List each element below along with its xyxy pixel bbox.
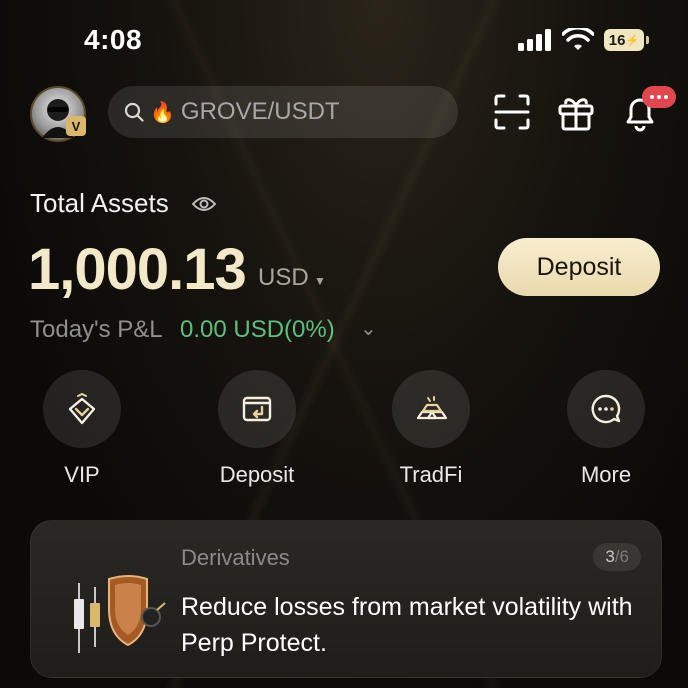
banner-text: Reduce losses from market volatility wit… (181, 593, 633, 657)
deposit-button-circle[interactable] (218, 370, 296, 448)
currency-selector[interactable]: USD (258, 264, 309, 292)
total-assets-title: Total Assets (30, 188, 169, 218)
search-placeholder: GROVE/USDT (180, 98, 340, 125)
battery-indicator: 16 ⚡ (604, 29, 649, 51)
wifi-icon (562, 28, 594, 50)
notification-badge (642, 86, 676, 108)
hot-fire-icon: 🔥 (150, 101, 175, 124)
gift-icon[interactable] (556, 92, 596, 132)
app-screen: 4:08 16 ⚡ V 🔥 GROVE/USDT Total Assets 1,… (0, 0, 688, 688)
quick-action-more[interactable]: More (546, 370, 666, 488)
scan-icon[interactable] (492, 92, 532, 132)
eye-visibility-icon[interactable] (192, 194, 216, 214)
perp-protect-shield-icon (74, 575, 166, 653)
promo-banner-card[interactable]: Derivatives 3/6 Reduce losses from marke… (30, 520, 662, 678)
caret-down-icon[interactable]: ▼ (314, 274, 326, 288)
status-time: 4:08 (84, 24, 143, 55)
more-chat-icon (591, 394, 621, 424)
tradfi-button-circle[interactable] (392, 370, 470, 448)
deposit-button[interactable]: Deposit (498, 238, 660, 296)
quick-action-label: VIP (64, 462, 100, 487)
pnl-label: Today's P&L (30, 316, 163, 343)
quick-action-deposit[interactable]: Deposit (197, 370, 317, 488)
banner-category: Derivatives (181, 545, 290, 570)
banner-counter-current: 3 (605, 547, 615, 566)
quick-action-vip[interactable]: VIP (22, 370, 142, 488)
more-button-circle[interactable] (567, 370, 645, 448)
vip-diamond-icon (68, 392, 96, 425)
quick-action-label: Deposit (219, 462, 295, 487)
banner-page-counter: 3/6 (593, 543, 641, 571)
banner-counter-total: /6 (614, 547, 629, 566)
vip-badge: V (66, 116, 86, 136)
chevron-down-icon[interactable]: ⌄ (360, 316, 377, 341)
search-bar[interactable]: 🔥 GROVE/USDT (108, 86, 458, 138)
cellular-signal-icon (518, 29, 551, 51)
search-icon (124, 102, 144, 122)
quick-action-tradfi[interactable]: TradFi (371, 370, 491, 488)
wallet-icon (242, 396, 272, 422)
quick-action-label: TradFi (399, 462, 463, 487)
total-assets-amount: 1,000.13 (28, 237, 247, 302)
battery-level: 16 (608, 31, 626, 49)
gold-bars-icon (416, 396, 448, 420)
status-icons: 16 ⚡ (518, 28, 649, 52)
pnl-value[interactable]: 0.00 USD(0%) (180, 316, 335, 344)
vip-button-circle[interactable] (43, 370, 121, 448)
quick-action-label: More (580, 462, 632, 487)
